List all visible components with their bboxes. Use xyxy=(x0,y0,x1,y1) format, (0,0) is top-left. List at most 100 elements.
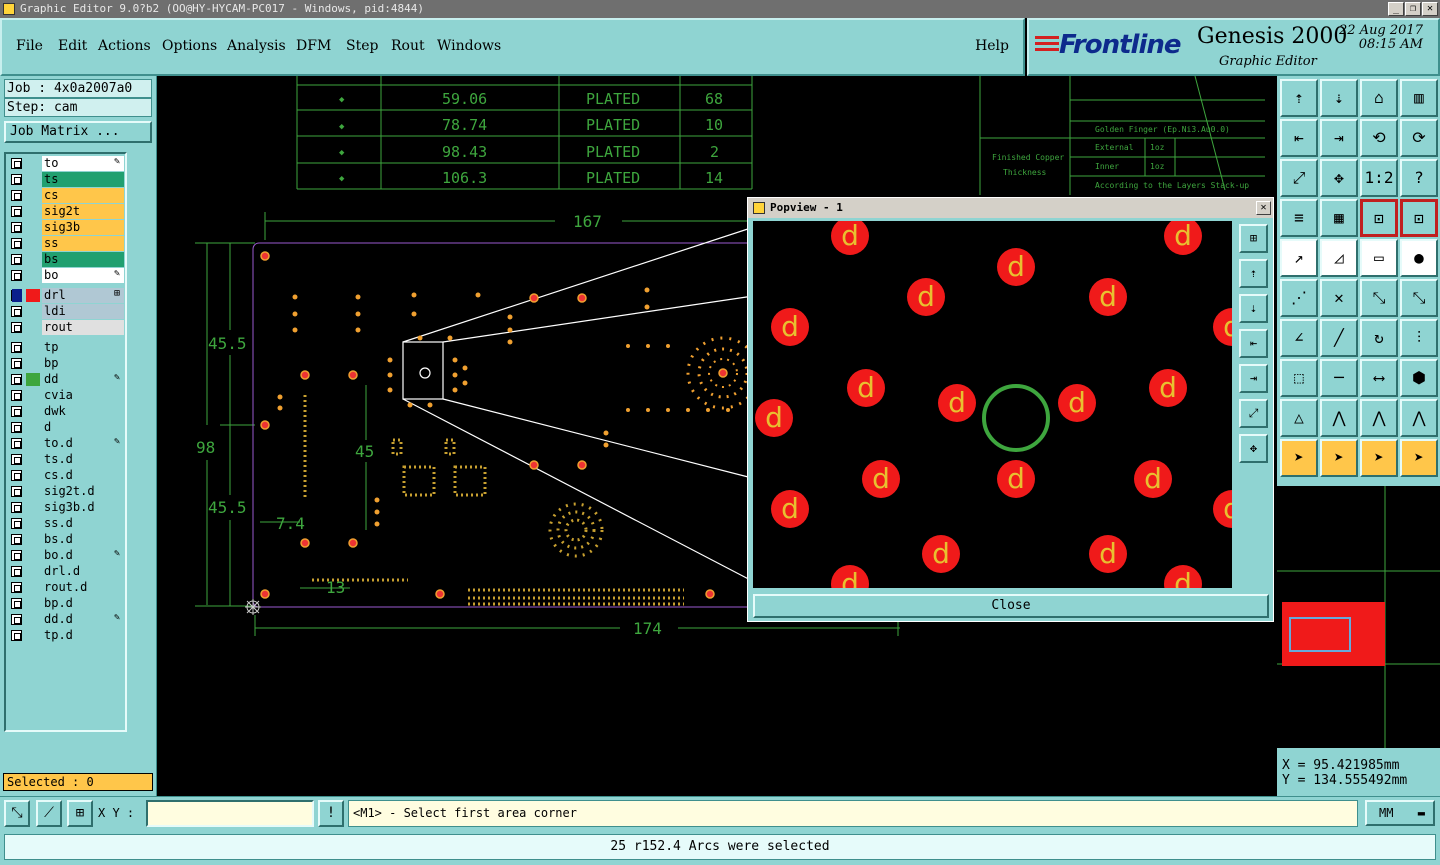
pointer-icon[interactable]: ➤ xyxy=(1280,439,1318,477)
measure-icon[interactable]: ⟋ xyxy=(36,800,62,827)
pointer-select-icon[interactable]: ➤ xyxy=(1360,439,1398,477)
minimize-button[interactable]: _ xyxy=(1388,2,1404,16)
layer-row[interactable]: cs xyxy=(8,188,125,203)
layer-checkbox[interactable] xyxy=(11,306,22,317)
pan-right-icon[interactable]: ⇥ xyxy=(1320,119,1358,157)
layer-row[interactable]: ts xyxy=(8,172,125,187)
grid-snap-icon[interactable]: ⊞ xyxy=(67,800,93,827)
popview-right-icon[interactable]: ⇥ xyxy=(1239,364,1268,393)
layer-row[interactable]: drl ⊞ xyxy=(8,288,125,303)
layer-row[interactable]: bs.d xyxy=(8,532,125,547)
layer-checkbox[interactable] xyxy=(11,222,22,233)
scale-icon[interactable]: 1:2 xyxy=(1360,159,1398,197)
menu-edit[interactable]: Edit xyxy=(58,38,87,54)
menu-options[interactable]: Options xyxy=(162,38,217,54)
layer-checkbox[interactable] xyxy=(11,158,22,169)
close-window-button[interactable]: ✕ xyxy=(1422,2,1438,16)
arch-alt-icon[interactable]: ⋀ xyxy=(1360,399,1398,437)
layer-row[interactable]: dd ✎ xyxy=(8,372,125,387)
distance-icon[interactable]: ⟷ xyxy=(1360,359,1398,397)
ruler-icon[interactable]: ▭ xyxy=(1360,239,1398,277)
layer-row[interactable]: ss xyxy=(8,236,125,251)
popview-left-icon[interactable]: ⇤ xyxy=(1239,329,1268,358)
zoom-out-icon[interactable]: ⇣ xyxy=(1320,79,1358,117)
edge-icon[interactable]: ◿ xyxy=(1320,239,1358,277)
layer-row[interactable]: bo ✎ xyxy=(8,268,125,283)
layer-checkbox[interactable] xyxy=(11,406,22,417)
layer-row[interactable]: dwk xyxy=(8,404,125,419)
snap-icon[interactable]: ⊡ xyxy=(1360,199,1398,237)
arch-icon[interactable]: ⋀ xyxy=(1320,399,1358,437)
layer-checkbox[interactable] xyxy=(11,454,22,465)
snap-alt-icon[interactable]: ⊡ xyxy=(1400,199,1438,237)
layer-row[interactable]: ldi xyxy=(8,304,125,319)
layer-checkbox[interactable] xyxy=(11,438,22,449)
menu-rout[interactable]: Rout xyxy=(391,38,425,54)
layer-row[interactable]: dd.d ✎ xyxy=(8,612,125,627)
menu-step[interactable]: Step xyxy=(346,38,378,54)
window-icon[interactable]: ▥ xyxy=(1400,79,1438,117)
layer-row[interactable]: drl.d xyxy=(8,564,125,579)
popview-up-icon[interactable]: ⇡ xyxy=(1239,259,1268,288)
layer-checkbox[interactable] xyxy=(11,518,22,529)
layer-row[interactable]: rout xyxy=(8,320,125,335)
zoom-in-icon[interactable]: ⇡ xyxy=(1280,79,1318,117)
minimap[interactable] xyxy=(1277,486,1440,748)
layer-checkbox[interactable] xyxy=(11,422,22,433)
center-icon[interactable]: ✥ xyxy=(1320,159,1358,197)
menu-file[interactable]: File xyxy=(16,38,43,54)
pointer-net-icon[interactable]: ➤ xyxy=(1400,439,1438,477)
layer-row[interactable]: rout.d xyxy=(8,580,125,595)
layer-row[interactable]: tp xyxy=(8,340,125,355)
help-icon[interactable]: ? xyxy=(1400,159,1438,197)
redraw-icon[interactable]: ⟳ xyxy=(1400,119,1438,157)
display-color-icon[interactable] xyxy=(26,289,40,302)
popview-canvas[interactable]: d d d d d d d d d d d d d d d d d d d d d xyxy=(753,221,1232,588)
popview-down-icon[interactable]: ⇣ xyxy=(1239,294,1268,323)
move-icon[interactable]: ⤡ xyxy=(1360,279,1398,317)
layer-row[interactable]: ss.d xyxy=(8,516,125,531)
layer-row[interactable]: ts.d xyxy=(8,452,125,467)
xy-input[interactable] xyxy=(146,800,314,827)
job-matrix-button[interactable]: Job Matrix ... xyxy=(4,121,152,143)
layer-row[interactable]: bo.d ✎ xyxy=(8,548,125,563)
menu-analysis[interactable]: Analysis xyxy=(227,38,286,54)
layer-row[interactable]: d xyxy=(8,420,125,435)
units-select[interactable]: MM ▬ xyxy=(1365,800,1435,826)
layer-checkbox[interactable] xyxy=(11,550,22,561)
layer-row[interactable]: sig3b xyxy=(8,220,125,235)
popview-pan-icon[interactable]: ✥ xyxy=(1239,434,1268,463)
line-icon[interactable]: ╱ xyxy=(1320,319,1358,357)
layer-checkbox[interactable] xyxy=(11,470,22,481)
layer-checkbox[interactable] xyxy=(11,614,22,625)
layer-row[interactable]: tp.d xyxy=(8,628,125,643)
menu-windows[interactable]: Windows xyxy=(437,38,501,54)
layer-checkbox[interactable] xyxy=(11,190,22,201)
layer-row[interactable]: bp.d xyxy=(8,596,125,611)
layer-checkbox[interactable] xyxy=(11,598,22,609)
home-icon[interactable]: ⌂ xyxy=(1360,79,1398,117)
layer-row[interactable]: sig2t.d xyxy=(8,484,125,499)
layer-row[interactable]: bs xyxy=(8,252,125,267)
grid-icon[interactable]: ▦ xyxy=(1320,199,1358,237)
menu-help[interactable]: Help xyxy=(975,38,1009,54)
layer-checkbox[interactable] xyxy=(11,270,22,281)
popview-close-icon[interactable]: ✕ xyxy=(1256,201,1271,215)
layer-row[interactable]: sig3b.d xyxy=(8,500,125,515)
layer-checkbox[interactable] xyxy=(11,358,22,369)
layer-checkbox[interactable] xyxy=(11,174,22,185)
layer-row[interactable]: cvia xyxy=(8,388,125,403)
maximize-button[interactable]: ❐ xyxy=(1405,2,1421,16)
alert-icon[interactable]: ! xyxy=(318,800,344,827)
zoom-area-icon[interactable]: ⤡ xyxy=(4,800,30,827)
list-icon[interactable]: ≡ xyxy=(1280,199,1318,237)
layer-checkbox[interactable] xyxy=(11,502,22,513)
pan-left-icon[interactable]: ⇤ xyxy=(1280,119,1318,157)
popview-zoom-icon[interactable]: ⊞ xyxy=(1239,224,1268,253)
menu-dfm[interactable]: DFM xyxy=(296,38,331,54)
popview-fit-icon[interactable]: ⤢ xyxy=(1239,399,1268,428)
layer-checkbox[interactable] xyxy=(11,322,22,333)
net-icon[interactable]: ⋰ xyxy=(1280,279,1318,317)
surface-icon[interactable]: ⬢ xyxy=(1400,359,1438,397)
layer-checkbox[interactable] xyxy=(11,390,22,401)
